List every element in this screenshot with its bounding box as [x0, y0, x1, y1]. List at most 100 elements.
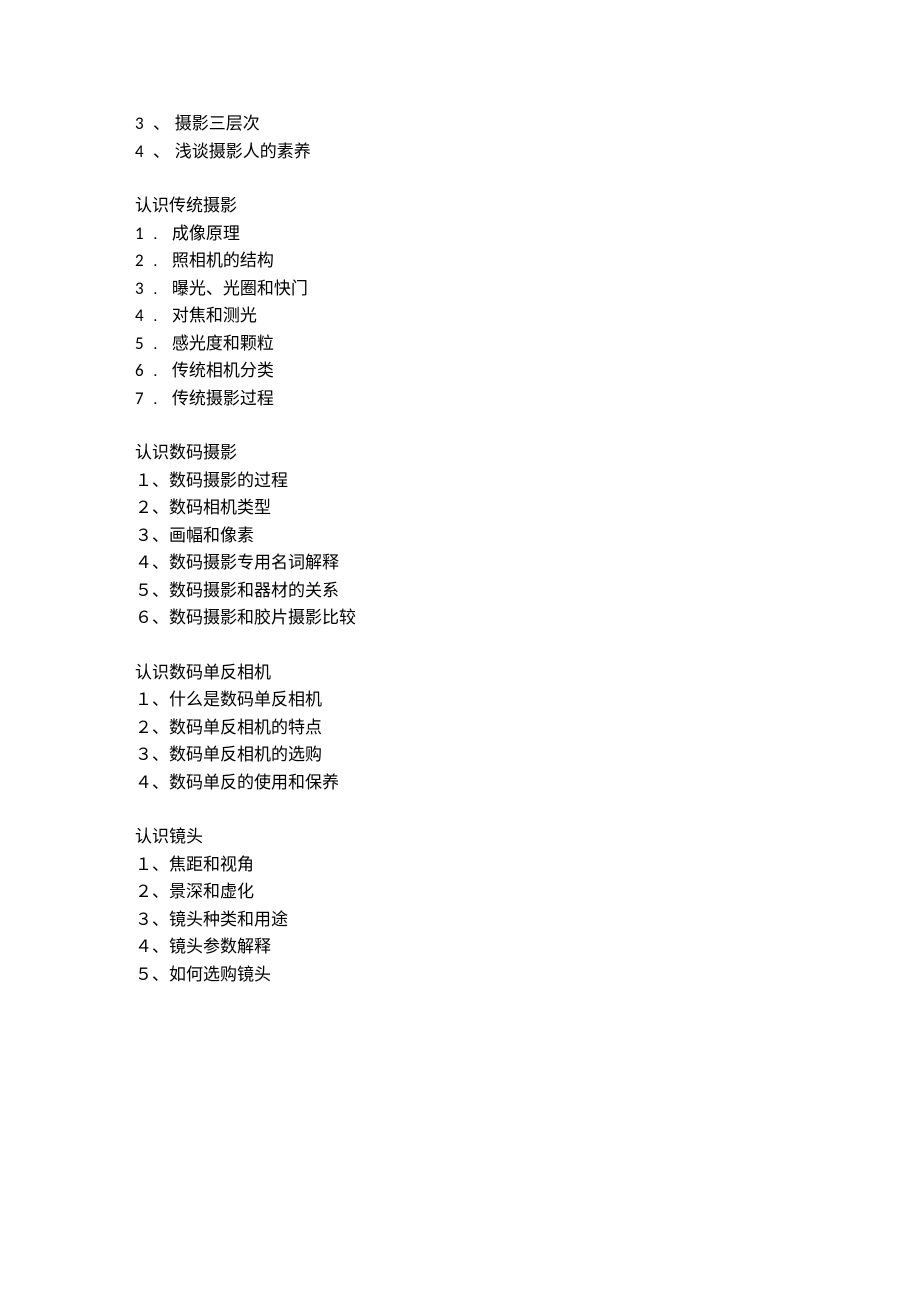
list-item-number: ４ — [135, 549, 152, 577]
list-item-text: 对焦和测光 — [172, 306, 257, 325]
list-item-separator: . — [153, 385, 172, 413]
list-item-number: ５ — [135, 577, 152, 605]
list-item-text: 数码单反相机的特点 — [169, 718, 322, 737]
list-item: 7. 传统摄影过程 — [135, 385, 920, 413]
list-item-text: 数码摄影和胶片摄影比较 — [169, 608, 356, 627]
list-item-number: ３ — [135, 741, 152, 769]
list-item-text: 焦距和视角 — [169, 855, 254, 874]
section-gap — [135, 412, 920, 439]
list-item-number: ４ — [135, 769, 152, 797]
list-item-text: 镜头参数解释 — [169, 937, 271, 956]
list-item-number: １ — [135, 686, 152, 714]
list-item-number: ３ — [135, 906, 152, 934]
list-item: 4、 浅谈摄影人的素养 — [135, 138, 920, 166]
list-item: ２、数码相机类型 — [135, 494, 920, 522]
list-item-separator: 、 — [152, 906, 169, 934]
section-gap — [135, 632, 920, 659]
list-item: 6. 传统相机分类 — [135, 357, 920, 385]
document-content: 3、 摄影三层次4、 浅谈摄影人的素养认识传统摄影1. 成像原理2. 照相机的结… — [0, 0, 920, 988]
list-item-text: 数码摄影和器材的关系 — [169, 581, 339, 600]
list-item-separator: 、 — [152, 549, 169, 577]
list-item-text: 摄影三层次 — [175, 114, 260, 133]
list-item-separator: 、 — [152, 577, 169, 605]
list-item-text: 景深和虚化 — [169, 882, 254, 901]
list-item: 1. 成像原理 — [135, 220, 920, 248]
list-item-text: 浅谈摄影人的素养 — [175, 142, 311, 161]
list-item: １、焦距和视角 — [135, 851, 920, 879]
list-item-separator: . — [153, 330, 172, 358]
list-item-separator: . — [153, 302, 172, 330]
section-heading: 认识镜头 — [135, 823, 920, 851]
list-item: ２、数码单反相机的特点 — [135, 714, 920, 742]
list-item: ５、数码摄影和器材的关系 — [135, 577, 920, 605]
list-item-separator: 、 — [152, 494, 169, 522]
list-item-number: ４ — [135, 933, 152, 961]
list-item-text: 数码摄影的过程 — [169, 471, 288, 490]
list-item-number: 2 — [135, 247, 153, 275]
list-item: ３、镜头种类和用途 — [135, 906, 920, 934]
list-item: 5. 感光度和颗粒 — [135, 330, 920, 358]
list-item: ４、镜头参数解释 — [135, 933, 920, 961]
list-item-separator: 、 — [152, 769, 169, 797]
list-item-number: 6 — [135, 357, 153, 385]
list-item-separator: 、 — [153, 110, 175, 138]
list-item-text: 照相机的结构 — [172, 251, 274, 270]
list-item-separator: 、 — [152, 851, 169, 879]
section-heading: 认识传统摄影 — [135, 192, 920, 220]
list-item-separator: 、 — [152, 961, 169, 989]
section-heading: 认识数码单反相机 — [135, 659, 920, 687]
list-item: ５、如何选购镜头 — [135, 961, 920, 989]
list-item-number: 4 — [135, 138, 153, 166]
list-item: ３、画幅和像素 — [135, 522, 920, 550]
list-item: １、数码摄影的过程 — [135, 467, 920, 495]
list-item-number: 1 — [135, 220, 153, 248]
list-item-separator: 、 — [152, 933, 169, 961]
list-item-text: 数码相机类型 — [169, 498, 271, 517]
list-item-number: ２ — [135, 714, 152, 742]
list-item-number: ３ — [135, 522, 152, 550]
list-item-number: 4 — [135, 302, 153, 330]
list-item-number: 7 — [135, 385, 153, 413]
list-item-separator: 、 — [152, 467, 169, 495]
list-item-text: 传统相机分类 — [172, 361, 274, 380]
list-item-number: １ — [135, 467, 152, 495]
list-item-text: 画幅和像素 — [169, 526, 254, 545]
list-item-separator: . — [153, 357, 172, 385]
list-item-separator: 、 — [152, 878, 169, 906]
list-item: ６、数码摄影和胶片摄影比较 — [135, 604, 920, 632]
list-item-separator: 、 — [152, 522, 169, 550]
list-item-number: ５ — [135, 961, 152, 989]
list-item-separator: 、 — [152, 714, 169, 742]
list-item-separator: . — [153, 247, 172, 275]
list-item-text: 镜头种类和用途 — [169, 910, 288, 929]
list-item-number: １ — [135, 851, 152, 879]
list-item: ４、数码摄影专用名词解释 — [135, 549, 920, 577]
list-item: ４、数码单反的使用和保养 — [135, 769, 920, 797]
list-item-text: 数码摄影专用名词解释 — [169, 553, 339, 572]
list-item-text: 成像原理 — [172, 224, 240, 243]
list-item-text: 什么是数码单反相机 — [169, 690, 322, 709]
list-item-number: 5 — [135, 330, 153, 358]
list-item-text: 曝光、光圈和快门 — [172, 279, 308, 298]
list-item-text: 数码单反相机的选购 — [169, 745, 322, 764]
list-item-text: 感光度和颗粒 — [172, 334, 274, 353]
list-item-number: 3 — [135, 275, 153, 303]
section-gap — [135, 165, 920, 192]
list-item-separator: . — [153, 220, 172, 248]
list-item: ２、景深和虚化 — [135, 878, 920, 906]
list-item: 4. 对焦和测光 — [135, 302, 920, 330]
list-item-text: 如何选购镜头 — [169, 965, 271, 984]
list-item-separator: 、 — [152, 604, 169, 632]
list-item: １、什么是数码单反相机 — [135, 686, 920, 714]
list-item-separator: 、 — [152, 741, 169, 769]
section-gap — [135, 796, 920, 823]
list-item-separator: 、 — [152, 686, 169, 714]
list-item: 3. 曝光、光圈和快门 — [135, 275, 920, 303]
list-item-text: 数码单反的使用和保养 — [169, 773, 339, 792]
list-item: 3、 摄影三层次 — [135, 110, 920, 138]
list-item-number: ２ — [135, 494, 152, 522]
list-item: ３、数码单反相机的选购 — [135, 741, 920, 769]
list-item-text: 传统摄影过程 — [172, 389, 274, 408]
list-item-number: ２ — [135, 878, 152, 906]
list-item-separator: 、 — [153, 138, 175, 166]
